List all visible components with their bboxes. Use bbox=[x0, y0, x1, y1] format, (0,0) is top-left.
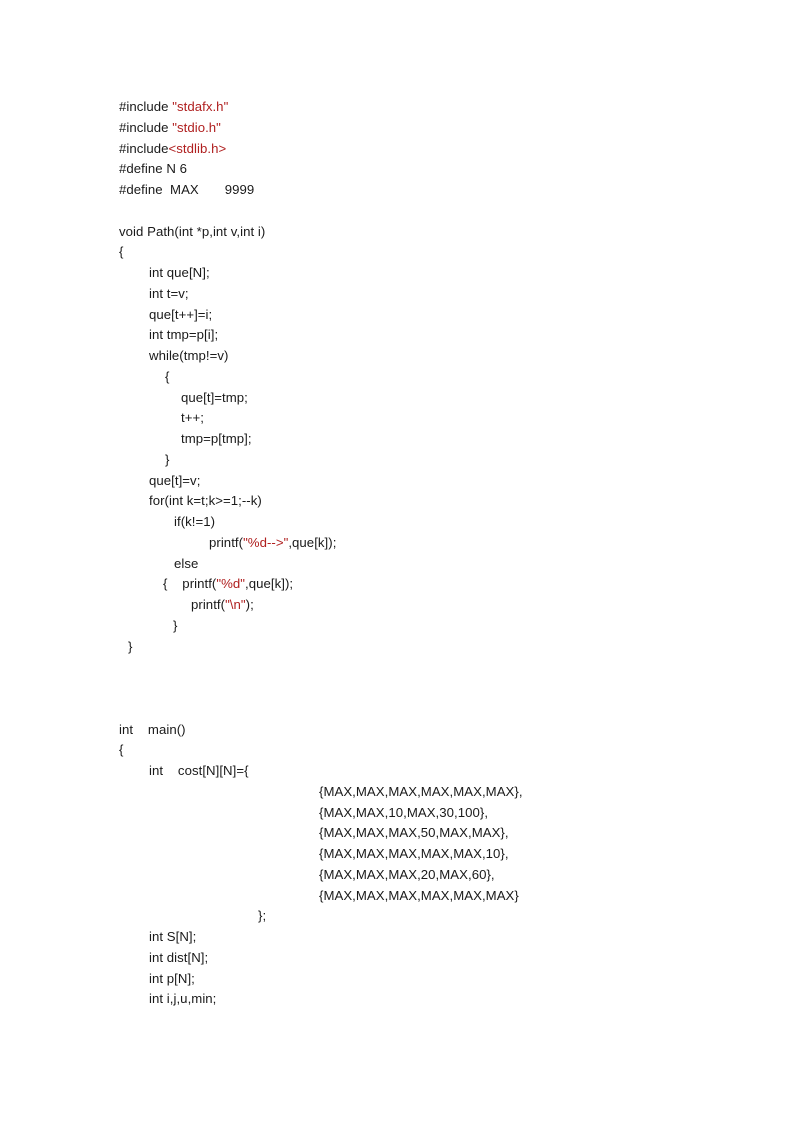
code-token: ,que[k]); bbox=[245, 576, 294, 592]
string-literal: <stdlib.h> bbox=[168, 140, 227, 156]
code-line: int cost[N][N]={ bbox=[119, 761, 759, 782]
code-token: { bbox=[165, 368, 170, 384]
code-token: int cost[N][N]={ bbox=[149, 763, 249, 778]
code-token: void Path(int *p,int v,int i) bbox=[119, 223, 266, 239]
code-line: int i,j,u,min; bbox=[119, 989, 759, 1010]
code-line: else bbox=[119, 554, 759, 575]
string-literal: "%d-->" bbox=[243, 534, 289, 550]
code-token: else bbox=[174, 555, 199, 571]
code-token: printf( bbox=[209, 534, 244, 550]
document-page: #include "stdafx.h" #include "stdio.h" #in… bbox=[0, 0, 793, 1122]
code-line: tmp=p[tmp]; bbox=[119, 429, 759, 450]
code-line: #define N 6 bbox=[119, 159, 759, 180]
code-token: ,que[k]); bbox=[288, 534, 337, 550]
code-line: printf("\n"); bbox=[119, 595, 759, 616]
code-token: } bbox=[128, 638, 133, 654]
code-line: {MAX,MAX,MAX,MAX,MAX,10}, bbox=[119, 844, 759, 865]
code-line: printf("%d-->",que[k]); bbox=[119, 533, 759, 554]
code-line: { bbox=[119, 367, 759, 388]
code-line: {MAX,MAX,MAX,MAX,MAX,MAX}, bbox=[119, 782, 759, 803]
code-token: int S[N]; bbox=[149, 929, 197, 944]
code-token: #include bbox=[119, 140, 169, 156]
code-token: if(k!=1) bbox=[174, 514, 216, 529]
code-line: while(tmp!=v) bbox=[119, 346, 759, 367]
code-token: #include bbox=[119, 99, 173, 114]
code-line: #define MAX 9999 bbox=[119, 180, 759, 201]
code-token: ); bbox=[245, 597, 254, 612]
code-token: int main() bbox=[119, 721, 186, 737]
code-line: int t=v; bbox=[119, 284, 759, 305]
code-token: que[t]=v; bbox=[149, 472, 201, 488]
code-line: int tmp=p[i]; bbox=[119, 325, 759, 346]
code-line: int main() bbox=[119, 720, 759, 741]
code-line: }; bbox=[119, 906, 759, 927]
code-token: #define MAX 9999 bbox=[119, 182, 255, 197]
code-token: { bbox=[119, 244, 124, 260]
code-line: for(int k=t;k>=1;--k) bbox=[119, 491, 759, 512]
code-token: } bbox=[165, 451, 170, 467]
code-token: { bbox=[119, 742, 124, 758]
code-token: int tmp=p[i]; bbox=[149, 327, 219, 343]
code-token: while(tmp!=v) bbox=[149, 348, 229, 363]
code-token: int p[N]; bbox=[149, 970, 195, 986]
code-token: tmp=p[tmp]; bbox=[181, 431, 252, 446]
code-line: if(k!=1) bbox=[119, 512, 759, 533]
code-token: {MAX,MAX,MAX,MAX,MAX,MAX}, bbox=[319, 783, 523, 799]
code-token: {MAX,MAX,MAX,MAX,MAX,10}, bbox=[319, 846, 509, 861]
code-token: {MAX,MAX,MAX,MAX,MAX,MAX} bbox=[319, 887, 519, 903]
code-line: void Path(int *p,int v,int i) bbox=[119, 222, 759, 243]
code-line: } bbox=[119, 616, 759, 637]
string-literal: "%d" bbox=[216, 576, 245, 592]
code-line: que[t]=tmp; bbox=[119, 388, 759, 409]
string-literal: "\n" bbox=[225, 597, 246, 612]
code-line: {MAX,MAX,MAX,50,MAX,MAX}, bbox=[119, 823, 759, 844]
code-token: {MAX,MAX,MAX,20,MAX,60}, bbox=[319, 866, 495, 882]
code-token: {MAX,MAX,MAX,50,MAX,MAX}, bbox=[319, 825, 509, 841]
code-token: printf( bbox=[191, 597, 226, 612]
code-token: int que[N]; bbox=[149, 265, 210, 280]
code-line: { printf("%d",que[k]); bbox=[119, 574, 759, 595]
code-line: {MAX,MAX,MAX,20,MAX,60}, bbox=[119, 865, 759, 886]
code-line: #include "stdio.h" bbox=[119, 118, 759, 139]
code-line: int p[N]; bbox=[119, 969, 759, 990]
code-line: int dist[N]; bbox=[119, 948, 759, 969]
code-line: {MAX,MAX,MAX,MAX,MAX,MAX} bbox=[119, 886, 759, 907]
code-token: #include bbox=[119, 119, 173, 135]
code-token: int t=v; bbox=[149, 285, 189, 301]
code-token: que[t]=tmp; bbox=[181, 389, 248, 405]
code-line: t++; bbox=[119, 408, 759, 429]
code-line: que[t]=v; bbox=[119, 471, 759, 492]
string-literal: "stdio.h" bbox=[172, 119, 221, 135]
code-token: } bbox=[173, 617, 178, 633]
code-token: int i,j,u,min; bbox=[149, 991, 217, 1007]
code-token: que[t++]=i; bbox=[149, 306, 213, 322]
code-line: { bbox=[119, 740, 759, 761]
code-line: int que[N]; bbox=[119, 263, 759, 284]
code-line: #include "stdafx.h" bbox=[119, 97, 759, 118]
code-line: int S[N]; bbox=[119, 927, 759, 948]
code-line: } bbox=[119, 637, 759, 658]
code-token: t++; bbox=[181, 410, 204, 426]
code-token: #define N 6 bbox=[119, 161, 188, 177]
code-token: }; bbox=[258, 908, 267, 924]
code-line: {MAX,MAX,10,MAX,30,100}, bbox=[119, 803, 759, 824]
code-line: que[t++]=i; bbox=[119, 305, 759, 326]
code-token: {MAX,MAX,10,MAX,30,100}, bbox=[319, 804, 489, 820]
code-token: int dist[N]; bbox=[149, 949, 209, 965]
code-token: { printf( bbox=[163, 576, 217, 592]
code-line: } bbox=[119, 450, 759, 471]
source-code-block: #include "stdafx.h" #include "stdio.h" #in… bbox=[119, 97, 759, 1010]
code-line: { bbox=[119, 242, 759, 263]
code-line: #include<stdlib.h> bbox=[119, 139, 759, 160]
string-literal: "stdafx.h" bbox=[172, 99, 229, 114]
code-token: for(int k=t;k>=1;--k) bbox=[149, 493, 262, 509]
